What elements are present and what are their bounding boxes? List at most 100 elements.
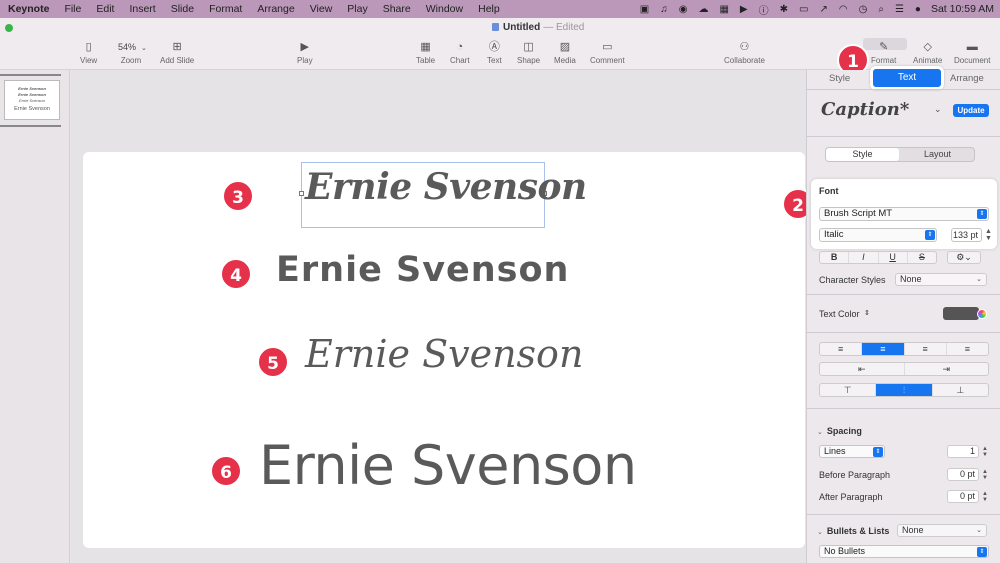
character-styles-select[interactable]: None ⌄	[895, 273, 987, 286]
update-style-button[interactable]: Update	[953, 104, 989, 117]
chevron-down-icon[interactable]: ⌄	[934, 104, 942, 115]
collaborate-button[interactable]: ⚇ Collaborate	[724, 40, 765, 65]
tab-text[interactable]: Text	[870, 66, 944, 90]
bold-button[interactable]: B	[820, 252, 850, 263]
record-icon[interactable]: ◉	[679, 4, 688, 15]
slide-thumbnail[interactable]: Ernie Svenson Ernie Svenson Ernie Svenso…	[4, 80, 60, 120]
slide-text-bold-script[interactable]: Ernie Svenson	[276, 250, 569, 290]
menu-help[interactable]: Help	[478, 3, 500, 15]
shape-label: Shape	[517, 56, 541, 65]
menu-insert[interactable]: Insert	[129, 3, 155, 15]
format-button[interactable]: ✎ Format	[871, 40, 896, 65]
spacing-section-header[interactable]: ⌄ Spacing	[817, 426, 862, 436]
inspector-divider	[807, 332, 1000, 333]
strikethrough-button[interactable]: S	[908, 252, 936, 263]
tab-arrange[interactable]: Arrange	[950, 73, 984, 84]
align-middle-button[interactable]: ⫶	[876, 384, 933, 396]
bullets-section-header[interactable]: ⌄ Bullets & Lists	[817, 526, 889, 536]
tab-style[interactable]: Style	[829, 73, 850, 84]
font-size-field[interactable]: 133 pt	[951, 228, 982, 242]
spacing-value-field[interactable]: 1	[947, 445, 979, 458]
grid-icon[interactable]: ▦	[719, 4, 728, 15]
slide[interactable]: Ernie Svenson Ernie Svenson Ernie Svenso…	[83, 152, 805, 548]
siri-icon[interactable]: ●	[915, 4, 921, 15]
font-family-select[interactable]: Brush Script MT ⇕	[819, 207, 989, 221]
underline-button[interactable]: U	[879, 252, 908, 263]
menu-slide[interactable]: Slide	[171, 3, 194, 15]
menu-window[interactable]: Window	[426, 3, 463, 15]
menu-clock[interactable]: Sat 10:59 AM	[931, 3, 994, 15]
battery-icon[interactable]: ▭	[799, 4, 808, 15]
increase-indent-button[interactable]: ⇥	[905, 363, 989, 375]
menu-play[interactable]: Play	[347, 3, 367, 15]
spacing-stepper[interactable]: ▲ ▼	[982, 446, 988, 458]
after-paragraph-field[interactable]: 0 pt	[947, 490, 979, 503]
menu-file[interactable]: File	[64, 3, 81, 15]
history-icon[interactable]: ◷	[859, 4, 868, 15]
resize-handle-left[interactable]	[299, 191, 304, 196]
align-top-button[interactable]: ⊤	[820, 384, 877, 396]
italic-button[interactable]: I	[849, 252, 879, 263]
info-icon[interactable]: ⓘ	[759, 2, 769, 17]
font-size-stepper[interactable]: ▲ ▼	[985, 228, 992, 242]
bullets-style-select[interactable]: None ⌄	[897, 524, 987, 537]
before-paragraph-field[interactable]: 0 pt	[947, 468, 979, 481]
music-icon[interactable]: ♫	[660, 4, 668, 15]
before-paragraph-stepper[interactable]: ▲ ▼	[982, 469, 988, 481]
font-panel: Font Brush Script MT ⇕ Italic ⇕ 133 pt ▲…	[811, 179, 997, 249]
add-slide-button[interactable]: ⊞ Add Slide	[160, 40, 194, 65]
navigator-selection-top	[0, 74, 61, 76]
decrease-indent-button[interactable]: ⇤	[820, 363, 905, 375]
document-edited-status: — Edited	[543, 22, 585, 33]
wifi-icon[interactable]: ◠	[839, 4, 848, 15]
document-title[interactable]: Untitled — Edited	[492, 22, 584, 33]
menu-app-name[interactable]: Keynote	[8, 3, 49, 15]
font-typeface-select[interactable]: Italic ⇕	[819, 228, 937, 242]
slide-text-brush-script[interactable]: Ernie Svenson	[305, 166, 587, 208]
menu-view[interactable]: View	[310, 3, 333, 15]
slide-text-elegant-script[interactable]: Ernie Svenson	[305, 332, 583, 376]
menu-share[interactable]: Share	[383, 3, 411, 15]
align-center-button[interactable]: ≡	[862, 343, 905, 355]
search-icon[interactable]: ⌕	[878, 4, 884, 15]
play-circle-icon[interactable]: ▶	[740, 4, 748, 15]
media-button[interactable]: ▨ Media	[554, 40, 576, 65]
view-button[interactable]: ▯ View	[80, 40, 97, 65]
chart-button[interactable]: ◔ Chart	[450, 40, 470, 65]
color-wheel-icon[interactable]	[977, 309, 987, 319]
font-typeface-value: Italic	[824, 229, 844, 240]
bullets-type-select[interactable]: No Bullets ⇕	[819, 545, 989, 558]
window-traffic-light-icon[interactable]	[5, 24, 13, 32]
zoom-button[interactable]: 54% ⌄ Zoom	[115, 40, 147, 65]
shape-button[interactable]: ◫ Shape	[517, 40, 540, 65]
share-icon[interactable]: ↗	[819, 4, 827, 15]
subtab-style[interactable]: Style	[826, 148, 899, 161]
bluetooth-icon[interactable]: ✱	[780, 4, 788, 15]
paragraph-style-selector[interactable]: Caption* ⌄ Update	[817, 98, 995, 128]
document-button[interactable]: ▬ Document	[954, 40, 990, 65]
animate-button[interactable]: ◇ Animate	[913, 40, 942, 65]
add-slide-label: Add Slide	[160, 56, 195, 65]
align-bottom-button[interactable]: ⊥	[933, 384, 988, 396]
slide-text-casual-handwriting[interactable]: Ernie Svenson	[259, 434, 637, 497]
menu-edit[interactable]: Edit	[96, 3, 114, 15]
comment-button[interactable]: ▭ Comment	[590, 40, 625, 65]
table-button[interactable]: ▦ Table	[416, 40, 435, 65]
subtab-layout[interactable]: Layout	[901, 148, 974, 161]
menu-arrange[interactable]: Arrange	[257, 3, 294, 15]
control-center-icon[interactable]: ☰	[895, 4, 904, 15]
play-label: Play	[297, 56, 313, 65]
updown-icon: ⇕	[977, 547, 987, 557]
play-button[interactable]: ▶ Play	[297, 40, 313, 65]
menu-format[interactable]: Format	[209, 3, 242, 15]
text-button[interactable]: Ⓐ Text	[487, 40, 502, 65]
cloud-icon[interactable]: ☁	[698, 4, 708, 15]
text-color-swatch[interactable]	[943, 307, 979, 320]
advanced-options-button[interactable]: ⚙⌄	[947, 251, 981, 264]
after-paragraph-stepper[interactable]: ▲ ▼	[982, 491, 988, 503]
justify-button[interactable]: ≡	[947, 343, 988, 355]
keynote-tray-icon[interactable]: ▣	[640, 4, 649, 15]
align-right-button[interactable]: ≡	[905, 343, 947, 355]
align-left-button[interactable]: ≡	[820, 343, 863, 355]
spacing-mode-select[interactable]: Lines ⇕	[819, 445, 885, 458]
